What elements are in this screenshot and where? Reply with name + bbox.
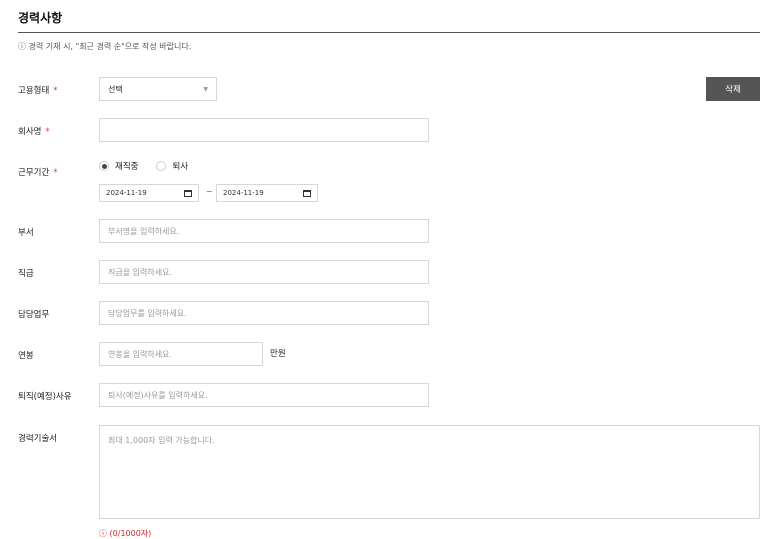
- resign-reason-input[interactable]: 퇴사(예정)사유를 입력하세요.: [99, 383, 429, 407]
- chevron-down-icon: ▼: [203, 85, 208, 93]
- department-input[interactable]: 부서명을 입력하세요.: [99, 219, 429, 243]
- employment-type-selected: 선택: [108, 84, 123, 94]
- company-label: 회사명 *: [18, 127, 50, 137]
- calendar-icon[interactable]: [184, 189, 192, 197]
- career-description-textarea[interactable]: 최대 1,000자 입력 가능합니다.: [99, 425, 760, 519]
- required-mark: *: [45, 127, 50, 137]
- employment-type-select[interactable]: 선택 ▼: [99, 77, 217, 101]
- required-mark: *: [53, 86, 58, 96]
- delete-button[interactable]: 삭제: [706, 77, 760, 101]
- salary-label: 연봉: [18, 351, 34, 361]
- end-date-input[interactable]: 2024-11-19: [216, 184, 318, 202]
- date-separator: ~: [206, 187, 213, 196]
- duty-label: 담당업무: [18, 310, 50, 320]
- salary-unit: 만원: [270, 349, 286, 359]
- start-date-input[interactable]: 2024-11-19: [99, 184, 199, 202]
- position-label: 직급: [18, 269, 34, 279]
- duty-input[interactable]: 담당업무를 입력하세요.: [99, 301, 429, 325]
- resign-reason-label: 퇴직(예정)사유: [18, 392, 72, 402]
- career-description-label: 경력기술서: [18, 434, 58, 444]
- radio-employed[interactable]: [99, 161, 109, 171]
- position-input[interactable]: 직급을 입력하세요.: [99, 260, 429, 284]
- title-divider: [18, 32, 760, 33]
- radio-resigned[interactable]: [156, 161, 167, 171]
- employment-type-label: 고용형태 *: [18, 86, 58, 96]
- department-label: 부서: [18, 228, 34, 238]
- radio-resigned-label: 퇴사: [172, 162, 189, 172]
- employment-status-radio-group: 재직중 퇴사: [99, 160, 188, 172]
- required-mark: *: [53, 168, 58, 178]
- character-counter: ⓘ (0/1000자): [99, 529, 152, 538]
- radio-employed-label: 재직중: [115, 162, 139, 172]
- section-notice: ⓘ 경력 기재 시, "최근 경력 순"으로 작성 바랍니다.: [18, 42, 192, 51]
- period-label: 근무기간 *: [18, 168, 58, 178]
- salary-input[interactable]: 연봉을 입력하세요.: [99, 342, 263, 366]
- calendar-icon[interactable]: [303, 189, 311, 197]
- section-title: 경력사항: [18, 11, 63, 25]
- company-input[interactable]: [99, 118, 429, 142]
